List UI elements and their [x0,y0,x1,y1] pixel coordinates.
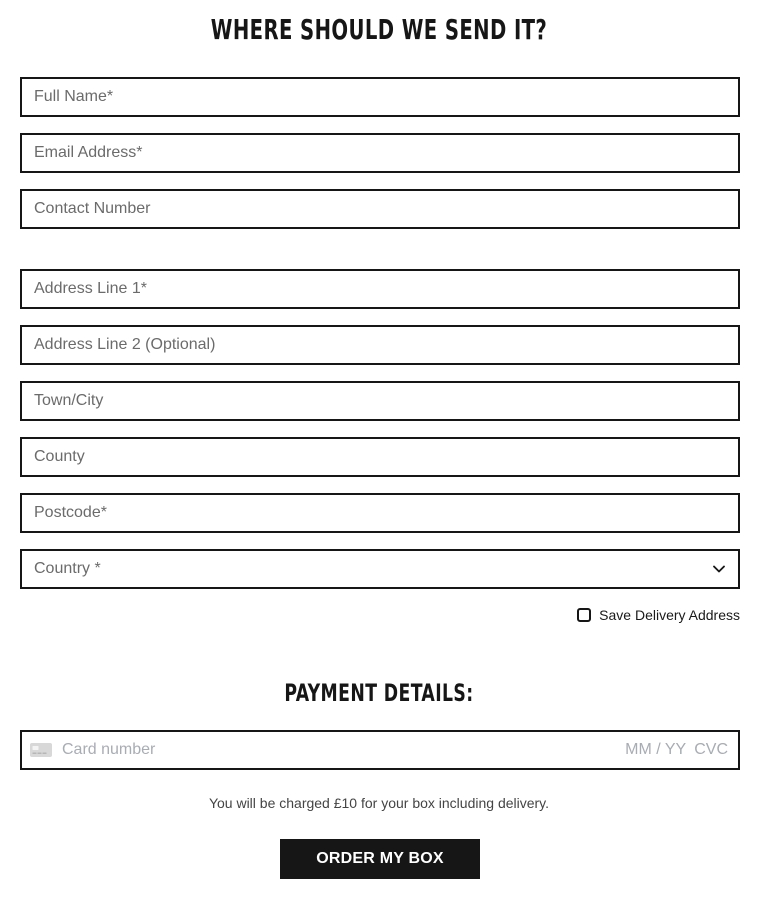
address-line-2-input[interactable] [22,327,738,363]
town-city-input[interactable] [22,383,738,419]
card-expiry-input[interactable]: MM / YY [625,741,686,759]
shipping-heading: WHERE SHOULD WE SEND IT? [210,13,548,46]
county-field-wrapper [20,437,740,477]
email-input[interactable] [22,135,738,171]
contact-number-input[interactable] [22,191,738,227]
charge-note: You will be charged £10 for your box inc… [208,795,550,811]
card-cvc-input[interactable]: CVC [694,741,728,759]
save-address-label: Save Delivery Address [599,607,740,623]
postcode-input[interactable] [22,495,738,531]
full-name-input[interactable] [22,79,738,115]
card-field[interactable]: Card number MM / YY CVC [20,730,740,770]
full-name-field-wrapper [20,77,740,117]
address-line-1-field-wrapper [20,269,740,309]
card-number-input[interactable]: Card number [62,741,625,759]
credit-card-icon [30,743,52,757]
save-address-row[interactable]: Save Delivery Address [577,607,740,623]
save-address-checkbox[interactable] [577,608,592,622]
order-my-box-button[interactable]: ORDER MY BOX [280,839,480,879]
payment-heading: PAYMENT DETAILS: [284,679,474,707]
contact-number-field-wrapper [20,189,740,229]
email-field-wrapper [20,133,740,173]
chevron-down-icon [712,562,726,576]
town-city-field-wrapper [20,381,740,421]
postcode-field-wrapper [20,493,740,533]
address-line-2-field-wrapper [20,325,740,365]
country-select-value: Country * [34,560,101,577]
county-input[interactable] [22,439,738,475]
address-line-1-input[interactable] [22,271,738,307]
country-select[interactable]: Country * [20,549,740,589]
